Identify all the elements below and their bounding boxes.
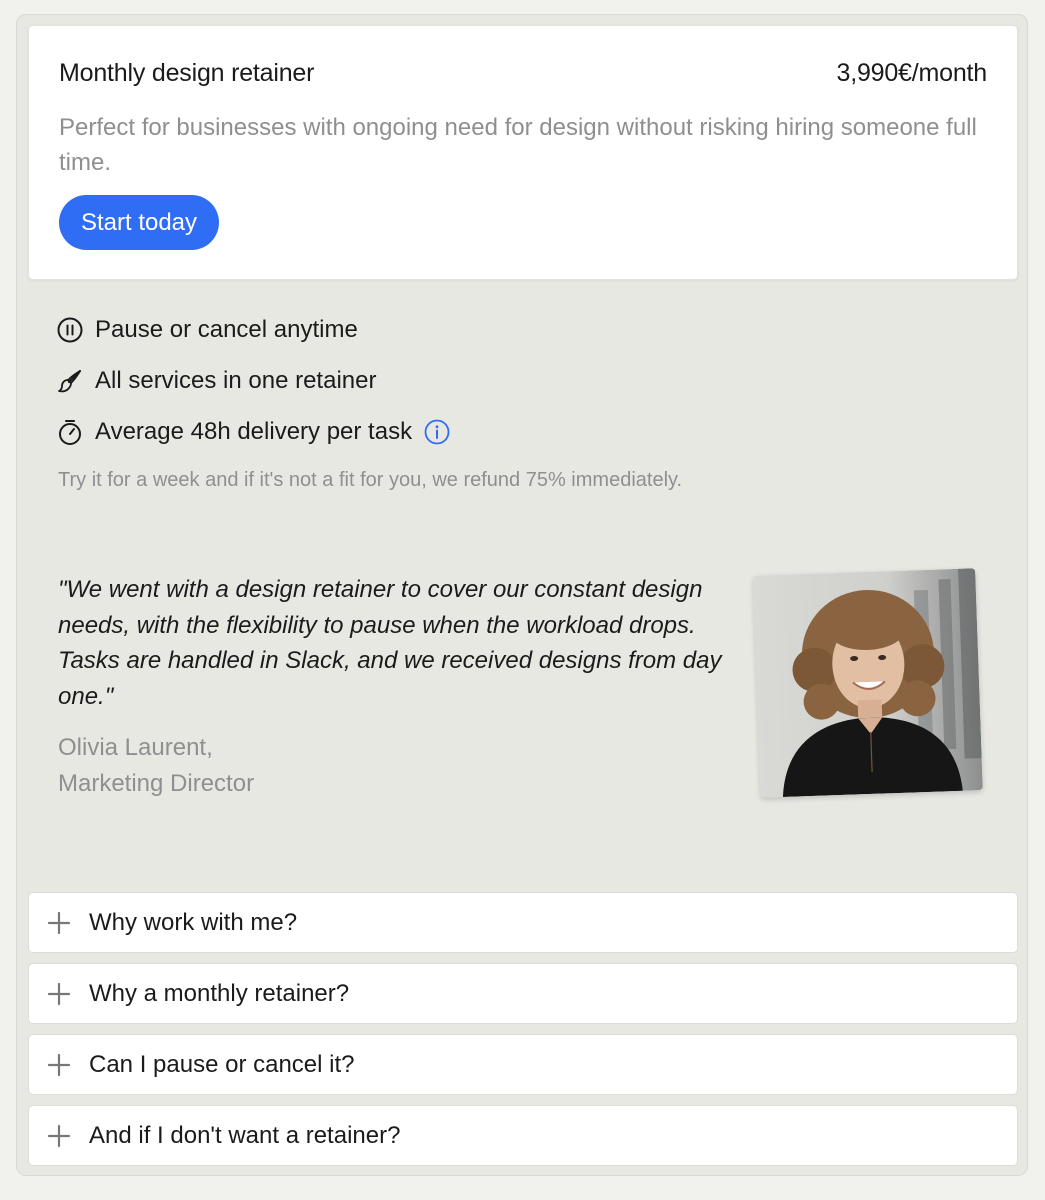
author-name: Olivia Laurent, — [58, 734, 213, 761]
faq-question: Why a monthly retainer? — [89, 979, 350, 1007]
feature-item: Average 48h delivery per task — [56, 412, 451, 452]
feature-item: Pause or cancel anytime — [56, 310, 358, 350]
start-today-button[interactable]: Start today — [59, 195, 219, 250]
faq-item[interactable]: Can I pause or cancel it? — [28, 1034, 1018, 1095]
testimonial-author: Olivia Laurent, Marketing Director — [58, 730, 254, 801]
plus-icon — [47, 911, 71, 935]
faq-item[interactable]: Why work with me? — [28, 892, 1018, 953]
feature-label: All services in one retainer — [95, 367, 377, 394]
paintbrush-icon — [56, 367, 84, 395]
plan-name: Monthly design retainer — [59, 59, 315, 87]
refund-guarantee-text: Try it for a week and if it's not a fit … — [58, 469, 683, 491]
feature-label: Average 48h delivery per task — [95, 418, 413, 445]
faq-question: Why work with me? — [89, 908, 298, 936]
feature-item: All services in one retainer — [56, 361, 376, 401]
faq-question: And if I don't want a retainer? — [89, 1121, 401, 1149]
plan-price: 3,990€/month — [836, 59, 988, 87]
testimonial-quote: "We went with a design retainer to cover… — [58, 576, 722, 710]
faq-item[interactable]: And if I don't want a retainer? — [28, 1105, 1018, 1166]
plus-icon — [47, 982, 71, 1006]
plan-description: Perfect for businesses with ongoing need… — [59, 114, 977, 176]
author-photo — [753, 568, 983, 798]
plus-icon — [47, 1124, 71, 1148]
plus-icon — [47, 1053, 71, 1077]
pricing-card: Monthly design retainer 3,990€/month Per… — [28, 25, 1018, 280]
faq-question: Can I pause or cancel it? — [89, 1050, 355, 1078]
pause-circle-icon — [56, 316, 84, 344]
faq-item[interactable]: Why a monthly retainer? — [28, 963, 1018, 1024]
feature-label: Pause or cancel anytime — [95, 316, 358, 343]
info-icon[interactable] — [423, 418, 451, 446]
stopwatch-icon — [56, 418, 84, 446]
author-title: Marketing Director — [58, 769, 255, 797]
